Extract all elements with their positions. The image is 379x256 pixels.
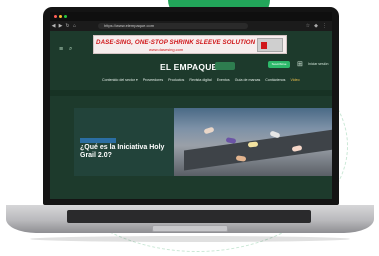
minimize-window-icon[interactable] [59, 15, 62, 18]
nav-item[interactable]: Eventos [217, 78, 230, 84]
product-item [225, 137, 237, 144]
nav-item[interactable]: Productos [168, 78, 184, 84]
puzzle-icon[interactable]: ◆ [314, 23, 318, 29]
reload-icon[interactable]: ↻ [64, 23, 71, 29]
home-icon[interactable]: ⌂ [71, 23, 78, 29]
ad-machine-image [257, 38, 283, 52]
browser-extensions: ☆ ◆ ⋮ [306, 23, 327, 29]
ad-url: www.dasesing.com [149, 47, 184, 52]
main-navigation: Contenido del sector ▾ Proveedores Product… [102, 78, 332, 84]
nav-item[interactable]: Proveedores [143, 78, 163, 84]
nav-item[interactable]: Revista digital [189, 78, 211, 84]
laptop-keyboard [67, 210, 311, 223]
secondary-navigation [50, 90, 332, 96]
header-badge[interactable] [215, 62, 235, 70]
window-controls[interactable] [54, 15, 67, 18]
nav-item[interactable]: Contáctenos [265, 78, 285, 84]
hamburger-menu-icon[interactable]: ≡ [59, 46, 63, 53]
category-tag[interactable] [80, 138, 116, 143]
laptop-screen: ◀ ▶ ↻ ⌂ https://www.elempaque.com ☆ ◆ ⋮ … [50, 12, 332, 199]
back-arrow-icon[interactable]: ◀ [50, 23, 57, 29]
nav-item[interactable]: Video [290, 78, 299, 84]
menu-dots-icon[interactable]: ⋮ [322, 23, 327, 29]
nav-item[interactable]: Guía de marcas [235, 78, 261, 84]
ad-banner[interactable]: DASE-SING, ONE-STOP SHRINK SLEEVE SOLUTI… [93, 35, 287, 54]
star-icon[interactable]: ☆ [306, 23, 310, 29]
conveyor-belt [184, 129, 332, 171]
search-icon[interactable]: ⌕ [69, 46, 72, 53]
grid-icon[interactable]: ⊞ [297, 60, 303, 68]
subscribe-button[interactable]: Suscribirse [268, 61, 290, 68]
product-item [203, 126, 215, 135]
address-field[interactable]: https://www.elempaque.com [98, 23, 248, 29]
laptop-trackpad [152, 225, 228, 232]
laptop-shadow [30, 236, 350, 242]
login-link[interactable]: Iniciar sesión [308, 62, 328, 66]
browser-url-bar: ◀ ▶ ↻ ⌂ https://www.elempaque.com ☆ ◆ ⋮ [50, 21, 332, 31]
article-headline[interactable]: ¿Qué es la Iniciativa Holy Grail 2.0? [80, 144, 172, 160]
site-header: EL EMPAQUE Suscribirse ⊞ Iniciar sesión [50, 56, 332, 80]
forward-arrow-icon[interactable]: ▶ [57, 23, 64, 29]
browser-tab-bar [50, 12, 332, 21]
site-logo[interactable]: EL EMPAQUE [160, 62, 217, 72]
ad-headline: DASE-SING, ONE-STOP SHRINK SLEEVE SOLUTI… [96, 39, 256, 46]
nav-item[interactable]: Contenido del sector ▾ [102, 78, 138, 84]
hero-image[interactable] [174, 108, 332, 176]
maximize-window-icon[interactable] [64, 15, 67, 18]
close-window-icon[interactable] [54, 15, 57, 18]
